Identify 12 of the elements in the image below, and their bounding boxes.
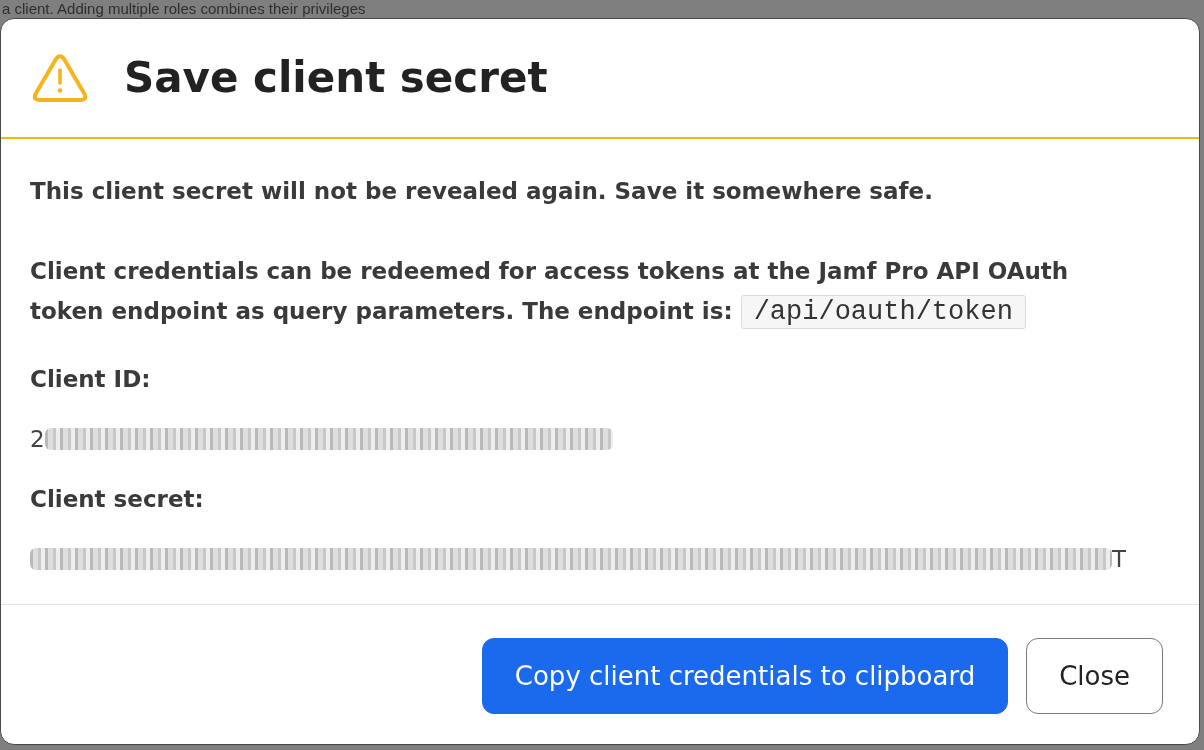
background-text: a client. Adding multiple roles combines their privileges xyxy=(1,0,366,18)
field-label: Client ID: xyxy=(30,365,151,394)
warning-icon xyxy=(32,53,88,103)
info-text: Client credentials can be redeemed for access tokens at the Jamf Pro API OAuth token endpoint as query parameters. The endpoint is: /api/oauth/token xyxy=(30,257,1070,331)
field-value: T xyxy=(1111,545,1126,574)
close-button[interactable]: Close xyxy=(1026,638,1163,714)
info-text: This client secret will not be revealed again. Save it somewhere safe. xyxy=(30,177,933,206)
field-value: 2 xyxy=(30,425,45,454)
endpoint-code: /api/oauth/token xyxy=(740,295,1026,329)
copy-button[interactable]: Copy client credentials to clipboard xyxy=(481,638,1009,714)
field-label: Client secret: xyxy=(30,485,204,514)
dialog-title: Save client secret xyxy=(124,52,548,104)
